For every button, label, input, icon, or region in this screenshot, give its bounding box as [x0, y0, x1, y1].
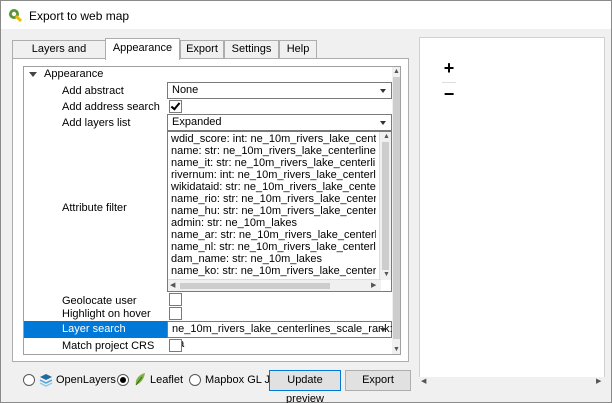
tab-layers-and-groups[interactable]: Layers and Groups	[12, 40, 106, 72]
export-dialog: Export to web map Layers and Groups Appe…	[0, 0, 612, 403]
leaflet-radio[interactable]	[117, 374, 129, 386]
checkmark-icon	[170, 100, 181, 111]
zoom-out-button[interactable]: −	[438, 84, 460, 106]
chevron-down-icon	[380, 328, 386, 332]
add-address-search-label: Add address search	[62, 101, 160, 113]
scroll-down-arrow-icon[interactable]: ▼	[383, 271, 390, 279]
list-item[interactable]: name_nl: str: ne_10m_rivers_lake_centerl…	[171, 241, 376, 253]
layer-search-label: Layer search	[62, 323, 126, 335]
highlight-on-hover-checkbox[interactable]	[169, 307, 182, 320]
chevron-down-icon	[380, 89, 386, 93]
update-preview-button[interactable]: Update preview	[269, 370, 341, 403]
scroll-up-arrow-icon[interactable]: ▲	[383, 133, 390, 141]
layer-search-value: ne_10m_rivers_lake_centerlines_scale_ran…	[172, 323, 393, 350]
list-item[interactable]: admin: str: ne_10m_lakes	[171, 217, 376, 229]
list-item[interactable]: name_ko: str: ne_10m_rivers_lake_centerl…	[171, 265, 376, 277]
list-item[interactable]: name_rio: str: ne_10m_rivers_lake_center…	[171, 193, 376, 205]
list-item[interactable]: name: str: ne_10m_rivers_lake_centerline…	[171, 145, 376, 157]
add-layers-list-label: Add layers list	[62, 117, 131, 129]
add-layers-list-value: Expanded	[172, 116, 222, 128]
zoom-divider	[442, 82, 456, 83]
add-abstract-value: None	[172, 84, 199, 96]
scroll-thumb[interactable]	[393, 77, 400, 339]
list-item[interactable]: rivernum: int: ne_10m_rivers_lake_center…	[171, 169, 376, 181]
scroll-right-arrow-icon[interactable]: ▶	[371, 282, 376, 290]
list-item[interactable]: wikidataid: str: ne_10m_rivers_lake_cent…	[171, 181, 376, 193]
leaflet-label: Leaflet	[150, 374, 184, 386]
tree-vertical-scrollbar[interactable]: ▲ ▼	[392, 67, 400, 354]
tab-export[interactable]: Export	[180, 40, 224, 59]
export-button[interactable]: Export	[345, 370, 411, 391]
scroll-thumb[interactable]	[382, 142, 389, 270]
layer-search-combo[interactable]: ne_10m_rivers_lake_centerlines_scale_ran…	[167, 321, 393, 350]
appearance-panel: Appearance Add abstract None Add address…	[12, 58, 409, 362]
map-preview[interactable]: + −	[419, 37, 605, 385]
layer-search-row-selected[interactable]: Layer search	[24, 321, 167, 338]
scroll-up-arrow-icon[interactable]: ▲	[393, 68, 400, 76]
scroll-left-arrow-icon[interactable]: ◀	[170, 282, 175, 290]
tab-appearance[interactable]: Appearance	[105, 38, 180, 60]
leaflet-logo-icon	[135, 373, 145, 386]
tab-settings[interactable]: Settings	[224, 40, 279, 59]
add-layers-list-combo[interactable]: Expanded	[167, 114, 392, 131]
section-appearance: Appearance	[44, 68, 104, 80]
chevron-down-icon	[380, 121, 386, 125]
zoom-in-button[interactable]: +	[438, 58, 460, 80]
window-title: Export to web map	[29, 9, 130, 23]
highlight-on-hover-label: Highlight on hover	[62, 308, 151, 320]
geolocate-user-checkbox[interactable]	[169, 293, 182, 306]
openlayers-radio[interactable]	[23, 374, 35, 386]
attribute-filter-list[interactable]: wdid_score: int: ne_10m_rivers_lake_cent…	[167, 131, 392, 292]
mapbox-label: Mapbox GL JS	[205, 374, 278, 386]
settings-tree: Appearance Add abstract None Add address…	[23, 66, 401, 355]
tab-help[interactable]: Help	[279, 40, 317, 59]
map-horizontal-scrollbar[interactable]: ◀ ▶	[419, 377, 605, 387]
match-project-crs-checkbox[interactable]	[169, 339, 182, 352]
title-bar: Export to web map	[1, 1, 611, 29]
filter-horizontal-scrollbar[interactable]: ◀ ▶	[168, 279, 381, 291]
qgis-logo-icon	[9, 9, 22, 22]
openlayers-label: OpenLayers	[56, 374, 116, 386]
collapse-arrow-icon[interactable]	[29, 72, 37, 77]
mapbox-radio[interactable]	[189, 374, 201, 386]
list-item[interactable]: name_it: str: ne_10m_rivers_lake_centerl…	[171, 157, 376, 169]
list-item[interactable]: wdid_score: int: ne_10m_rivers_lake_cent…	[171, 133, 376, 145]
openlayers-logo-icon	[39, 374, 53, 387]
filter-vertical-scrollbar[interactable]: ▲ ▼	[379, 132, 391, 280]
scroll-right-arrow-icon[interactable]: ▶	[596, 378, 601, 386]
list-item[interactable]: dam_name: str: ne_10m_lakes	[171, 253, 376, 265]
list-item[interactable]: name_hu: str: ne_10m_rivers_lake_centerl…	[171, 205, 376, 217]
scroll-down-arrow-icon[interactable]: ▼	[393, 346, 400, 354]
scroll-left-arrow-icon[interactable]: ◀	[421, 378, 426, 386]
list-item[interactable]: name_ar: str: ne_10m_rivers_lake_centerl…	[171, 229, 376, 241]
bottom-toolbar: OpenLayers Leaflet Mapbox GL JS Update p…	[1, 365, 421, 403]
match-project-crs-label: Match project CRS	[62, 340, 155, 352]
add-abstract-combo[interactable]: None	[167, 82, 392, 99]
geolocate-user-label: Geolocate user	[62, 295, 137, 307]
scroll-thumb[interactable]	[180, 283, 330, 289]
add-address-search-checkbox[interactable]	[169, 100, 182, 113]
attribute-filter-label: Attribute filter	[62, 202, 127, 214]
add-abstract-label: Add abstract	[62, 85, 124, 97]
